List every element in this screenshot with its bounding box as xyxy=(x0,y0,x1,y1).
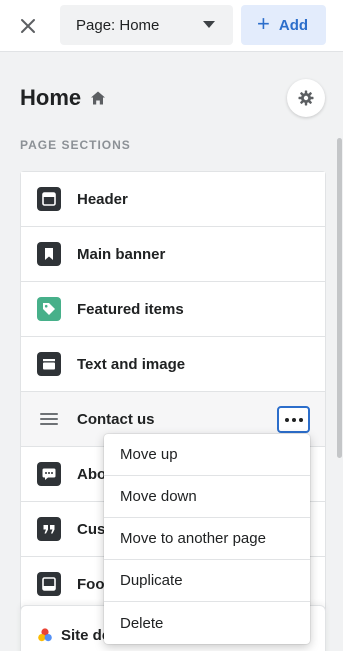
caret-down-icon xyxy=(203,21,215,28)
quote-icon xyxy=(37,517,61,541)
home-icon xyxy=(91,91,106,105)
section-label: Featured items xyxy=(77,300,184,318)
add-button-label: Add xyxy=(278,16,309,34)
gear-icon xyxy=(298,90,314,106)
menu-item-move-up[interactable]: Move up xyxy=(104,434,310,476)
section-row-text-and-image[interactable]: Text and image xyxy=(21,337,325,392)
top-bar: Page: Home + Add xyxy=(0,0,343,52)
section-label: Header xyxy=(77,190,128,208)
drag-handle-icon[interactable] xyxy=(37,407,61,431)
text-image-icon xyxy=(37,352,61,376)
section-row-main-banner[interactable]: Main banner xyxy=(21,227,325,282)
more-actions-button[interactable] xyxy=(277,406,310,433)
header-section-icon xyxy=(37,187,61,211)
close-button[interactable] xyxy=(16,14,40,38)
page-select-label: Page: Home xyxy=(76,16,160,34)
more-dot xyxy=(298,417,303,422)
section-row-header[interactable]: Header xyxy=(21,172,325,227)
page-title: Home xyxy=(20,85,82,110)
section-label: Main banner xyxy=(77,245,166,263)
menu-item-delete[interactable]: Delete xyxy=(104,602,310,644)
menu-item-move-to-another-page[interactable]: Move to another page xyxy=(104,518,310,560)
more-dot xyxy=(284,417,289,422)
page-title-row: Home xyxy=(20,85,106,111)
footer-section-icon xyxy=(37,572,61,596)
close-icon xyxy=(21,19,35,33)
section-label: Text and image xyxy=(77,355,186,373)
page-sections-heading: PAGE SECTIONS xyxy=(20,138,131,152)
bookmark-icon xyxy=(37,242,61,266)
section-label: Contact us xyxy=(77,410,155,428)
more-dot xyxy=(291,417,296,422)
site-details-icon xyxy=(38,628,52,642)
section-row-featured-items[interactable]: Featured items xyxy=(21,282,325,337)
page-select-dropdown[interactable]: Page: Home xyxy=(60,5,233,45)
scrollbar-thumb[interactable] xyxy=(337,138,342,458)
add-button[interactable]: + Add xyxy=(241,5,326,45)
chat-bubble-icon xyxy=(37,462,61,486)
section-actions-menu: Move up Move down Move to another page D… xyxy=(104,434,310,644)
menu-item-duplicate[interactable]: Duplicate xyxy=(104,560,310,602)
plus-icon: + xyxy=(257,11,270,36)
tag-icon xyxy=(37,297,61,321)
page-settings-button[interactable] xyxy=(287,79,325,117)
menu-item-move-down[interactable]: Move down xyxy=(104,476,310,518)
